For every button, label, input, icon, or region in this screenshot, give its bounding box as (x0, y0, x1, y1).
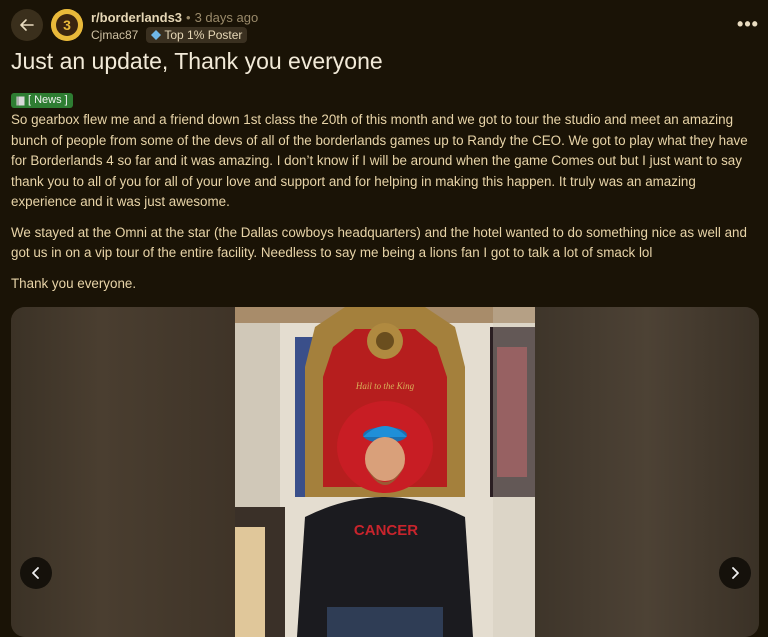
shirt-text: CANCER (354, 522, 418, 539)
post-paragraph: We stayed at the Omni at the star (the D… (11, 224, 747, 261)
badge-label: Top 1% Poster (164, 28, 243, 42)
meta-separator: • (186, 10, 191, 25)
post-timestamp: 3 days ago (194, 10, 259, 25)
gallery-prev-button[interactable] (20, 557, 52, 589)
throne-inscription: Hail to the King (355, 381, 415, 391)
gallery-next-button[interactable] (719, 557, 751, 589)
gallery-blur-right (535, 307, 759, 637)
post-body: So gearbox flew me and a friend down 1st… (11, 110, 759, 304)
top-poster-badge: Top 1% Poster (146, 27, 248, 43)
chevron-right-icon (732, 567, 739, 579)
chevron-left-icon (32, 567, 39, 579)
arrow-left-icon (20, 19, 34, 31)
diamond-icon (151, 30, 162, 40)
post-paragraph: Thank you everyone. (11, 275, 137, 291)
more-options-button[interactable]: ••• (736, 12, 760, 36)
post-paragraph: So gearbox flew me and a friend down 1st… (11, 112, 748, 209)
post-title: Just an update, Thank you everyone (11, 48, 383, 74)
flair-label: [ News ] (28, 94, 68, 106)
subreddit-link[interactable]: r/borderlands3 (91, 10, 182, 26)
subreddit-avatar[interactable]: 3 (51, 9, 83, 41)
back-button[interactable] (11, 9, 43, 41)
more-options-icon: ••• (737, 13, 759, 34)
gallery-photo[interactable]: CANCER Hail to the King (235, 307, 535, 637)
post-meta-top: r/borderlands3 • 3 days ago (91, 10, 258, 26)
post-meta-bottom: Cjmac87 Top 1% Poster (91, 27, 248, 43)
author-link[interactable]: Cjmac87 (91, 27, 138, 43)
svg-text:3: 3 (63, 17, 71, 33)
gallery-blur-left (11, 307, 235, 637)
image-gallery[interactable]: CANCER Hail to the King (11, 307, 759, 637)
post-flair[interactable]: [ News ] (11, 93, 73, 108)
borderlands-logo-icon: 3 (51, 9, 83, 41)
photo-throne-scene: CANCER Hail to the King (235, 307, 535, 637)
book-icon (16, 96, 25, 105)
